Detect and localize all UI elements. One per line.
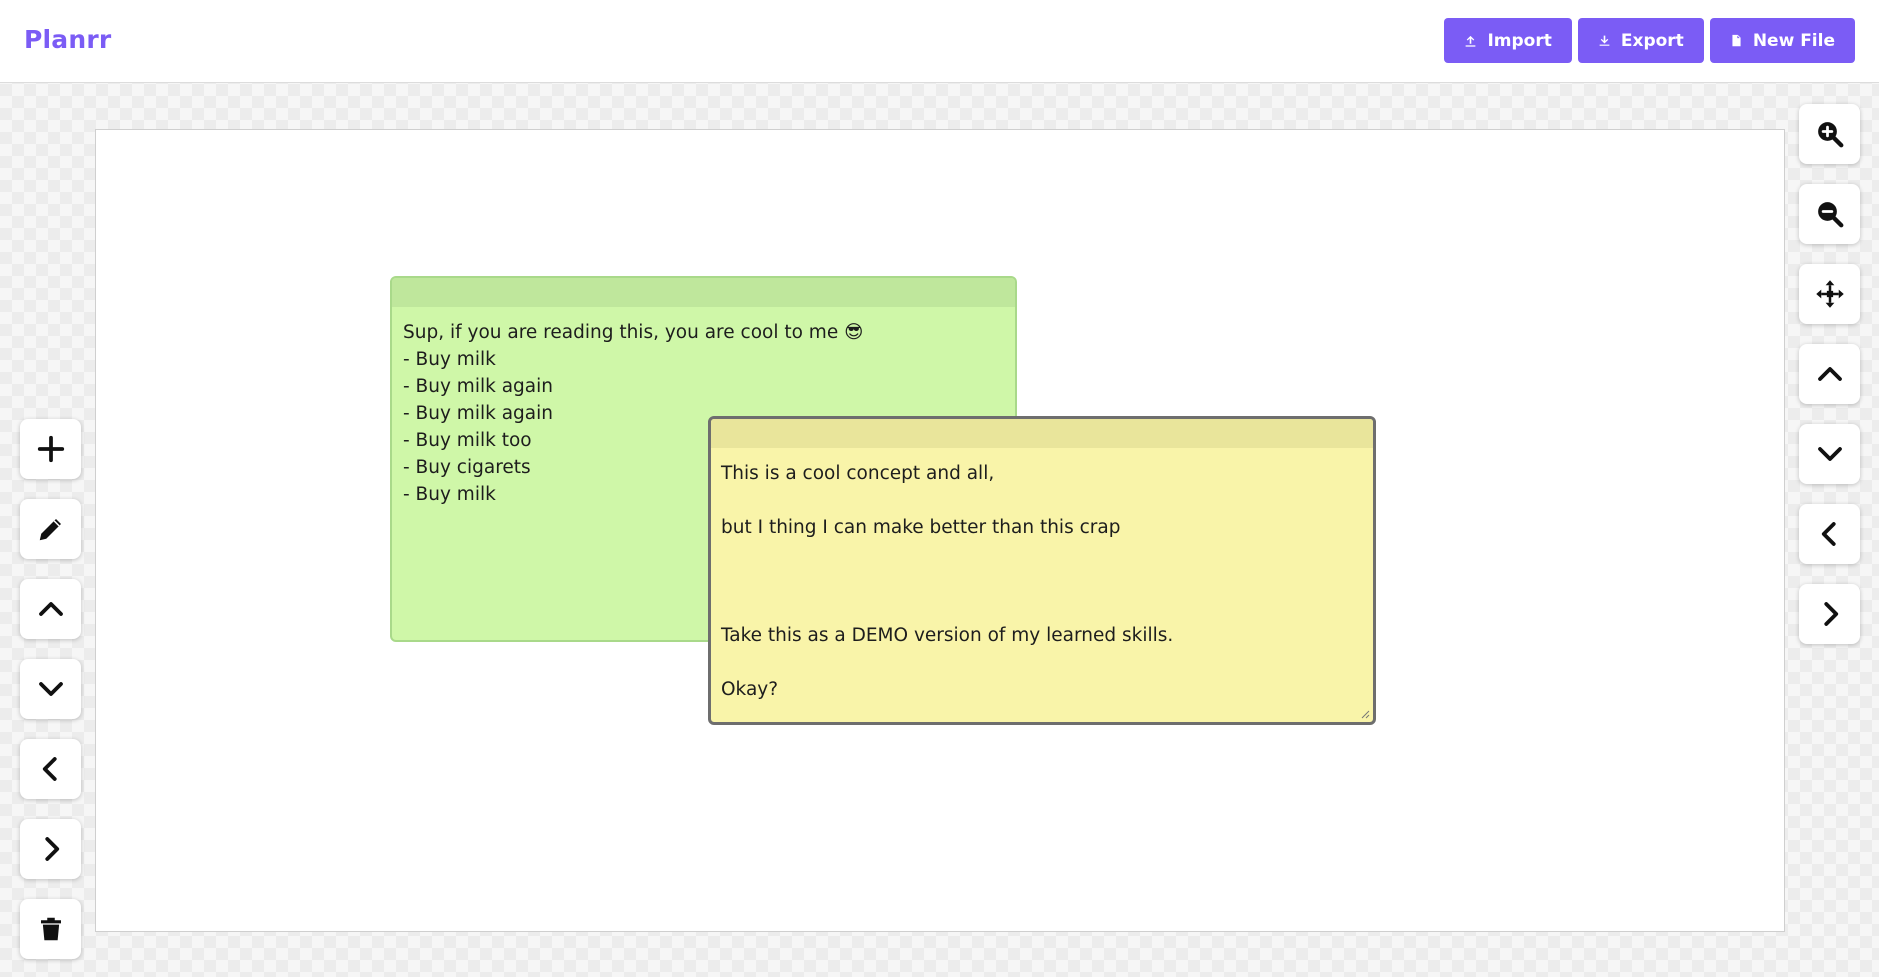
pan-left-button[interactable]: [1799, 504, 1860, 564]
move-right-button[interactable]: [20, 819, 81, 879]
download-icon: [1599, 35, 1610, 46]
move-up-button[interactable]: [20, 579, 81, 639]
chevron-right-icon: [1823, 602, 1838, 626]
zoom-in-icon: [1817, 122, 1843, 148]
chevron-down-icon: [1817, 447, 1842, 461]
board-canvas[interactable]: Sup, if you are reading this, you are co…: [95, 129, 1785, 932]
top-actions: Import Export New File: [1444, 18, 1855, 63]
note-text-area[interactable]: This is a cool concept and all, but I th…: [711, 448, 1373, 715]
chevron-left-icon: [1821, 522, 1836, 546]
add-note-button[interactable]: [20, 419, 81, 479]
chevron-left-icon: [42, 757, 57, 781]
import-label: Import: [1487, 30, 1552, 51]
top-bar: Planrr Import Export New File: [0, 0, 1879, 83]
export-button[interactable]: Export: [1577, 18, 1704, 63]
export-label: Export: [1620, 30, 1684, 51]
file-icon: [1732, 34, 1741, 47]
new-file-button[interactable]: New File: [1709, 18, 1855, 63]
pan-up-button[interactable]: [1799, 344, 1860, 404]
resize-grip-icon[interactable]: [1360, 709, 1370, 719]
move-left-button[interactable]: [20, 739, 81, 799]
chevron-right-icon: [44, 837, 59, 861]
right-toolbar: [1799, 104, 1860, 644]
note-drag-handle[interactable]: [392, 278, 1015, 307]
zoom-in-button[interactable]: [1799, 104, 1860, 164]
move-arrows-icon: [1815, 280, 1844, 308]
left-toolbar: [20, 419, 81, 959]
sticky-note-yellow[interactable]: This is a cool concept and all, but I th…: [708, 416, 1376, 725]
pan-down-button[interactable]: [1799, 424, 1860, 484]
import-button[interactable]: Import: [1444, 18, 1572, 63]
plus-icon: [37, 435, 64, 463]
new-file-label: New File: [1752, 30, 1835, 51]
delete-button[interactable]: [20, 899, 81, 959]
zoom-out-button[interactable]: [1799, 184, 1860, 244]
note-drag-handle[interactable]: [711, 419, 1373, 448]
pencil-icon: [39, 519, 61, 541]
move-down-button[interactable]: [20, 659, 81, 719]
app-logo[interactable]: Planrr: [24, 25, 111, 54]
pan-right-button[interactable]: [1799, 584, 1860, 644]
chevron-up-icon: [1817, 367, 1842, 381]
zoom-out-icon: [1817, 202, 1843, 228]
trash-icon: [40, 917, 61, 941]
chevron-up-icon: [38, 602, 63, 616]
upload-icon: [1466, 35, 1476, 47]
edit-button[interactable]: [20, 499, 81, 559]
chevron-down-icon: [38, 682, 63, 696]
fit-view-button[interactable]: [1799, 264, 1860, 324]
